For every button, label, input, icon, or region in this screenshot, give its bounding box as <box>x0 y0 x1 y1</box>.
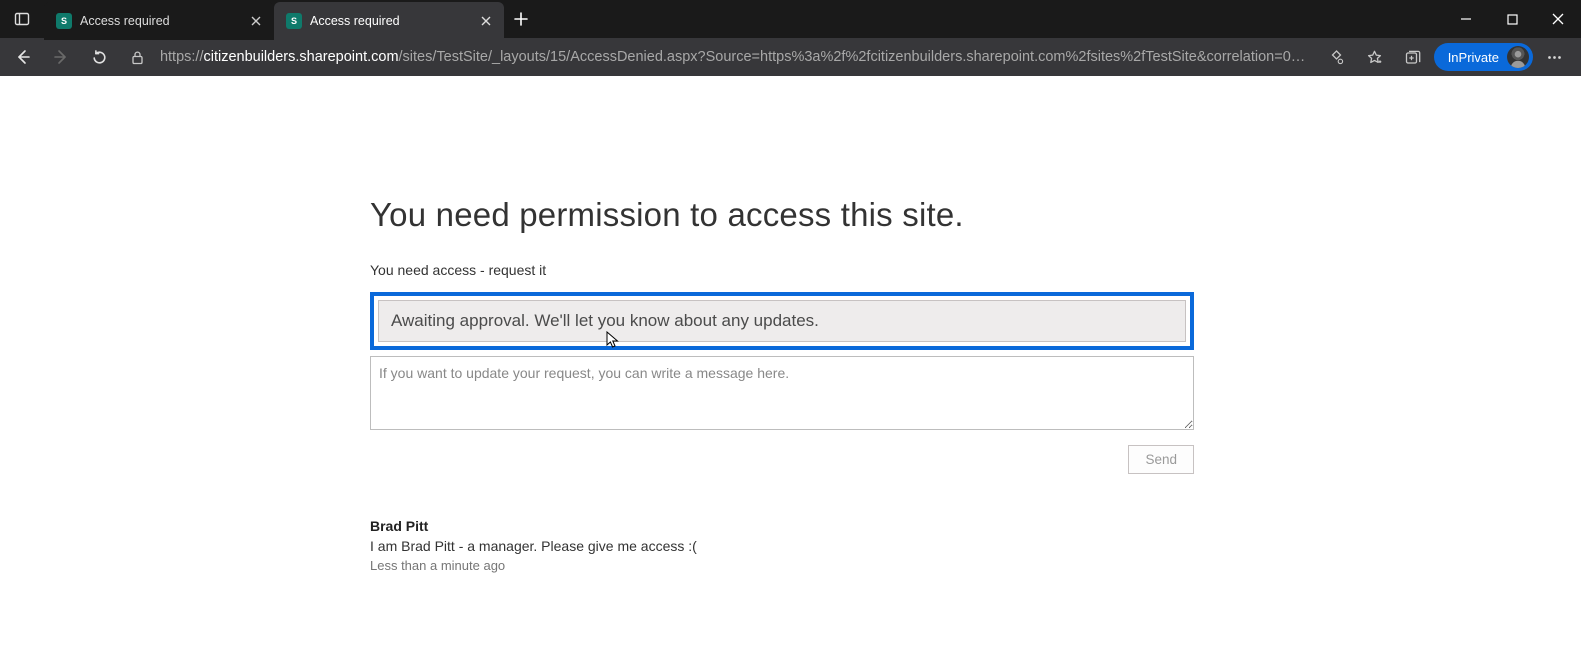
sharepoint-favicon-icon: S <box>56 13 72 29</box>
browser-toolbar: https://citizenbuilders.sharepoint.com/s… <box>0 38 1581 76</box>
close-tab-button[interactable] <box>248 13 264 29</box>
tab-title: Access required <box>80 14 240 28</box>
site-info-lock-icon[interactable] <box>124 43 152 71</box>
favorites-button[interactable] <box>1358 42 1392 72</box>
inprivate-label: InPrivate <box>1448 50 1499 65</box>
page-viewport: You need permission to access this site.… <box>0 76 1581 648</box>
maximize-button[interactable] <box>1489 0 1535 38</box>
settings-more-button[interactable] <box>1537 42 1571 72</box>
profile-avatar-icon <box>1507 46 1529 68</box>
close-window-button[interactable] <box>1535 0 1581 38</box>
refresh-button[interactable] <box>82 42 116 72</box>
close-tab-button[interactable] <box>478 13 494 29</box>
status-message: Awaiting approval. We'll let you know ab… <box>378 300 1186 342</box>
tab-actions-button[interactable] <box>0 0 44 38</box>
browser-tab-1[interactable]: S Access required <box>274 2 504 40</box>
forward-button[interactable] <box>44 42 78 72</box>
tracking-prevention-button[interactable] <box>1320 42 1354 72</box>
send-button[interactable]: Send <box>1128 445 1194 474</box>
url-text: https://citizenbuilders.sharepoint.com/s… <box>160 49 1312 65</box>
tab-title: Access required <box>310 14 470 28</box>
collections-button[interactable] <box>1396 42 1430 72</box>
browser-tab-0[interactable]: S Access required <box>44 2 274 40</box>
new-tab-button[interactable] <box>504 0 538 38</box>
inprivate-indicator[interactable]: InPrivate <box>1434 43 1533 71</box>
status-highlight-box: Awaiting approval. We'll let you know ab… <box>370 292 1194 350</box>
requester-name: Brad Pitt <box>370 518 1194 534</box>
request-timestamp: Less than a minute ago <box>370 558 1194 573</box>
page-subtitle: You need access - request it <box>370 262 1194 278</box>
back-button[interactable] <box>6 42 40 72</box>
requester-message: I am Brad Pitt - a manager. Please give … <box>370 538 1194 554</box>
previous-request: Brad Pitt I am Brad Pitt - a manager. Pl… <box>370 518 1194 573</box>
browser-titlebar: S Access required S Access required <box>0 0 1581 38</box>
request-message-input[interactable] <box>370 356 1194 430</box>
page-title: You need permission to access this site. <box>370 196 1194 234</box>
minimize-button[interactable] <box>1443 0 1489 38</box>
sharepoint-favicon-icon: S <box>286 13 302 29</box>
window-controls <box>1443 0 1581 38</box>
address-bar[interactable]: https://citizenbuilders.sharepoint.com/s… <box>120 42 1316 72</box>
